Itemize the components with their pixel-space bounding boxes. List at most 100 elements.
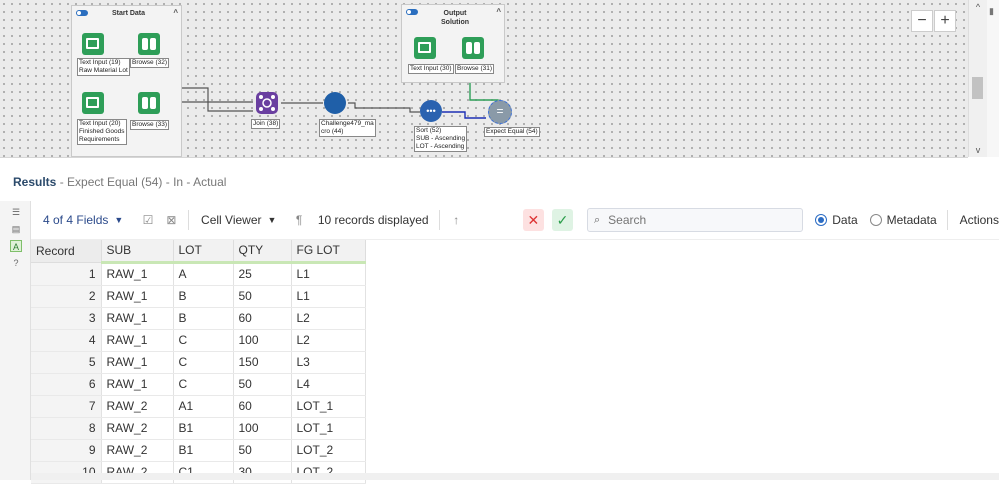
table-cell[interactable]: L4 bbox=[291, 373, 366, 396]
canvas-scrollbar[interactable]: ^ v bbox=[968, 0, 987, 157]
scroll-thumb[interactable] bbox=[972, 77, 983, 99]
table-row[interactable]: 3 RAW_1 B 60 L2 bbox=[31, 307, 366, 330]
sort-icon[interactable]: ••• bbox=[420, 100, 442, 122]
list-icon[interactable]: ☰ bbox=[10, 206, 22, 218]
equal-icon[interactable]: = bbox=[488, 100, 512, 124]
table-cell[interactable]: C bbox=[173, 351, 234, 374]
macro-icon[interactable] bbox=[324, 92, 346, 114]
table-row[interactable]: 8 RAW_2 B1 100 LOT_1 bbox=[31, 417, 366, 440]
help-icon[interactable]: ? bbox=[10, 257, 22, 269]
record-number[interactable]: 6 bbox=[31, 373, 102, 396]
toggle-icon[interactable] bbox=[76, 10, 88, 16]
record-number[interactable]: 4 bbox=[31, 329, 102, 352]
search-input[interactable] bbox=[606, 212, 801, 228]
zoom-in-button[interactable]: + bbox=[934, 10, 956, 32]
table-cell[interactable]: 150 bbox=[233, 351, 292, 374]
table-cell[interactable]: 50 bbox=[233, 285, 292, 308]
table-cell[interactable]: 100 bbox=[233, 329, 292, 352]
table-cell[interactable]: L2 bbox=[291, 329, 366, 352]
horizontal-scrollbar[interactable] bbox=[31, 473, 999, 480]
search-box[interactable]: ⌕ bbox=[586, 208, 804, 232]
check-icon[interactable]: ✓ bbox=[551, 209, 573, 231]
table-cell[interactable]: L1 bbox=[291, 262, 366, 286]
edit-icon[interactable]: ☑ bbox=[141, 213, 154, 227]
table-row[interactable]: 9 RAW_2 B1 50 LOT_2 bbox=[31, 439, 366, 462]
record-number[interactable]: 3 bbox=[31, 307, 102, 330]
table-cell[interactable]: 25 bbox=[233, 262, 292, 286]
cell-viewer-dropdown[interactable]: Cell Viewer ▼ bbox=[201, 213, 276, 227]
table-row[interactable]: 1 RAW_1 A 25 L1 bbox=[31, 262, 366, 286]
record-number[interactable]: 2 bbox=[31, 285, 102, 308]
table-cell[interactable]: B1 bbox=[173, 417, 234, 440]
table-cell[interactable]: LOT_2 bbox=[291, 439, 366, 462]
table-cell[interactable]: 100 bbox=[233, 417, 292, 440]
radio-on-icon[interactable] bbox=[815, 214, 828, 226]
table-cell[interactable]: RAW_1 bbox=[101, 262, 174, 286]
join-icon[interactable] bbox=[256, 92, 278, 114]
table-cell[interactable]: RAW_2 bbox=[101, 417, 174, 440]
record-number[interactable]: 1 bbox=[31, 262, 102, 286]
table-cell[interactable]: B bbox=[173, 285, 234, 308]
table-cell[interactable]: B1 bbox=[173, 439, 234, 462]
arrow-up-icon[interactable]: ↑ bbox=[450, 213, 463, 227]
data-radio[interactable]: Data bbox=[815, 213, 858, 227]
clear-icon[interactable]: ⊠ bbox=[165, 213, 178, 227]
table-cell[interactable]: RAW_1 bbox=[101, 307, 174, 330]
text-view-icon[interactable]: A bbox=[10, 240, 22, 252]
metadata-radio[interactable]: Metadata bbox=[869, 213, 937, 227]
collapse-icon[interactable]: ^ bbox=[173, 8, 178, 17]
container-header[interactable]: Start Data ^ bbox=[72, 6, 181, 21]
table-cell[interactable]: 50 bbox=[233, 439, 292, 462]
table-cell[interactable]: LOT_1 bbox=[291, 417, 366, 440]
column-header-sub[interactable]: SUB bbox=[101, 240, 174, 264]
paragraph-icon[interactable]: ¶ bbox=[292, 213, 305, 227]
scroll-up-icon[interactable]: ^ bbox=[969, 2, 987, 12]
scroll-down-icon[interactable]: v bbox=[969, 145, 987, 155]
table-row[interactable]: 2 RAW_1 B 50 L1 bbox=[31, 285, 366, 308]
table-cell[interactable]: A bbox=[173, 262, 234, 286]
close-icon[interactable]: ✕ bbox=[522, 209, 544, 231]
table-cell[interactable]: C bbox=[173, 373, 234, 396]
book-icon[interactable] bbox=[414, 37, 436, 59]
binoculars-icon[interactable] bbox=[138, 92, 160, 114]
table-row[interactable]: 4 RAW_1 C 100 L2 bbox=[31, 329, 366, 352]
grid-icon[interactable]: ▤ bbox=[10, 223, 22, 235]
book-icon[interactable] bbox=[82, 92, 104, 114]
toggle-icon[interactable] bbox=[406, 9, 418, 15]
column-header-fg-lot[interactable]: FG LOT bbox=[291, 240, 366, 264]
book-icon[interactable] bbox=[82, 33, 104, 55]
table-cell[interactable]: 60 bbox=[233, 307, 292, 330]
binoculars-icon[interactable] bbox=[462, 37, 484, 59]
workflow-canvas[interactable]: Start Data ^ Output Solution ^ Text Inpu… bbox=[0, 0, 968, 158]
record-number[interactable]: 9 bbox=[31, 439, 102, 462]
table-cell[interactable]: RAW_1 bbox=[101, 329, 174, 352]
table-cell[interactable]: LOT_1 bbox=[291, 395, 366, 418]
table-row[interactable]: 6 RAW_1 C 50 L4 bbox=[31, 373, 366, 396]
table-cell[interactable]: 50 bbox=[233, 373, 292, 396]
binoculars-icon[interactable] bbox=[138, 33, 160, 55]
table-cell[interactable]: RAW_2 bbox=[101, 395, 174, 418]
collapse-icon[interactable]: ^ bbox=[496, 7, 501, 16]
record-number[interactable]: 5 bbox=[31, 351, 102, 374]
record-number[interactable]: 8 bbox=[31, 417, 102, 440]
table-cell[interactable]: RAW_1 bbox=[101, 285, 174, 308]
radio-off-icon[interactable] bbox=[869, 214, 882, 226]
zoom-out-button[interactable]: − bbox=[911, 10, 933, 32]
column-header-qty[interactable]: QTY bbox=[233, 240, 292, 264]
table-cell[interactable]: L3 bbox=[291, 351, 366, 374]
column-header-record[interactable]: Record bbox=[31, 240, 102, 263]
table-cell[interactable]: C bbox=[173, 329, 234, 352]
table-cell[interactable]: L1 bbox=[291, 285, 366, 308]
record-number[interactable]: 7 bbox=[31, 395, 102, 418]
column-header-lot[interactable]: LOT bbox=[173, 240, 234, 264]
table-cell[interactable]: RAW_1 bbox=[101, 351, 174, 374]
table-cell[interactable]: RAW_1 bbox=[101, 373, 174, 396]
table-cell[interactable]: A1 bbox=[173, 395, 234, 418]
table-cell[interactable]: L2 bbox=[291, 307, 366, 330]
table-row[interactable]: 5 RAW_1 C 150 L3 bbox=[31, 351, 366, 374]
table-cell[interactable]: 60 bbox=[233, 395, 292, 418]
table-row[interactable]: 7 RAW_2 A1 60 LOT_1 bbox=[31, 395, 366, 418]
container-header[interactable]: Output Solution ^ bbox=[402, 5, 504, 26]
table-cell[interactable]: B bbox=[173, 307, 234, 330]
table-cell[interactable]: RAW_2 bbox=[101, 439, 174, 462]
